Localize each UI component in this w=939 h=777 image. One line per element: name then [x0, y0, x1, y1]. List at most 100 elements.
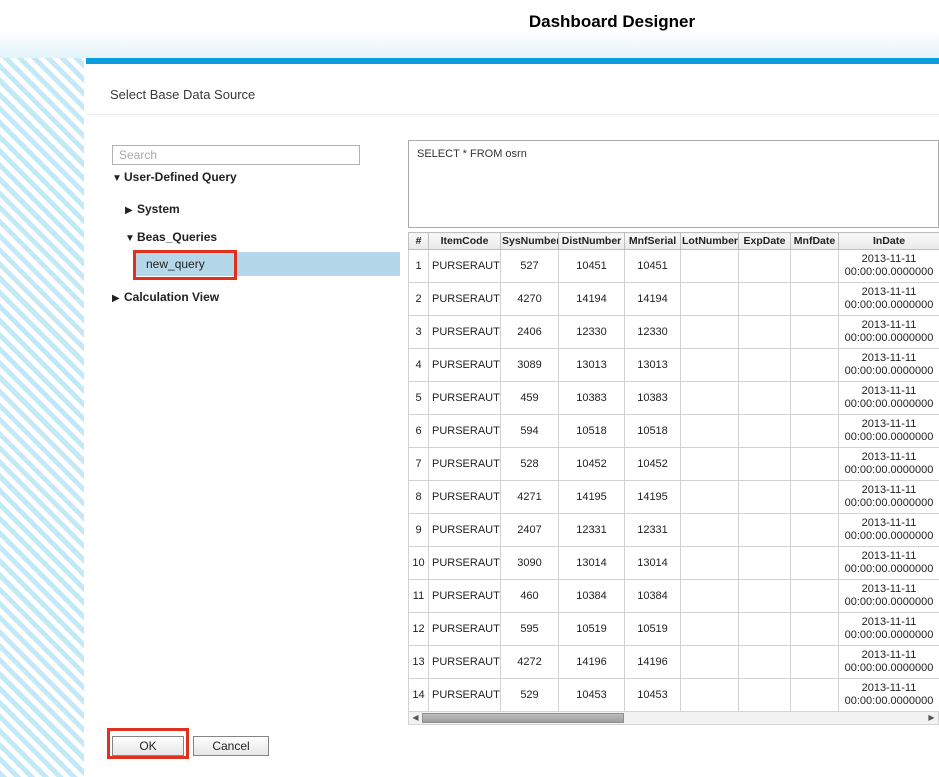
table-cell: PURSERAUTO	[429, 415, 501, 448]
table-cell: 12331	[625, 514, 681, 547]
table-row[interactable]: 6PURSERAUTO59410518105182013-11-11 00:00…	[409, 415, 939, 448]
table-cell	[681, 481, 739, 514]
table-cell: 13013	[625, 349, 681, 382]
chevron-down-icon[interactable]: ▼	[112, 173, 124, 184]
table-row[interactable]: 13PURSERAUTO427214196141962013-11-11 00:…	[409, 646, 939, 679]
table-cell: 7	[409, 448, 429, 481]
table-cell	[681, 415, 739, 448]
chevron-down-icon[interactable]: ▼	[125, 233, 137, 244]
tree-item-new-query[interactable]: new_query	[135, 252, 400, 276]
column-header[interactable]: MnfSerial	[625, 233, 681, 250]
table-cell: PURSERAUTO	[429, 547, 501, 580]
table-cell	[739, 514, 791, 547]
dialog-title: Select Base Data Source	[110, 87, 255, 102]
table-cell: 14195	[559, 481, 625, 514]
tree-item-user-defined-query[interactable]: ▼User-Defined Query	[112, 170, 237, 184]
table-cell: 595	[501, 613, 559, 646]
table-cell: 12	[409, 613, 429, 646]
scroll-right-arrow-icon[interactable]: ▶	[925, 712, 938, 724]
table-cell: 14195	[625, 481, 681, 514]
table-cell: 6	[409, 415, 429, 448]
tree-item-calculation-view[interactable]: ▶Calculation View	[112, 290, 219, 304]
select-data-source-dialog: Select Base Data Source ▼User-Defined Qu…	[86, 64, 939, 777]
table-cell	[681, 580, 739, 613]
table-cell: 12330	[625, 316, 681, 349]
column-header[interactable]: InDate	[839, 233, 939, 250]
chevron-right-icon[interactable]: ▶	[125, 205, 137, 216]
table-cell	[739, 481, 791, 514]
table-cell	[791, 547, 839, 580]
table-cell: 594	[501, 415, 559, 448]
ok-button[interactable]: OK	[112, 736, 184, 756]
table-row[interactable]: 4PURSERAUTO308913013130132013-11-11 00:0…	[409, 349, 939, 382]
table-row[interactable]: 10PURSERAUTO309013014130142013-11-11 00:…	[409, 547, 939, 580]
query-text-area[interactable]: SELECT * FROM osrn	[408, 140, 939, 228]
table-cell: 3089	[501, 349, 559, 382]
table-cell: 4272	[501, 646, 559, 679]
column-header[interactable]: LotNumber	[681, 233, 739, 250]
table-cell: 2013-11-11 00:00:00.0000000	[839, 580, 939, 613]
column-header[interactable]: ItemCode	[429, 233, 501, 250]
table-row[interactable]: 9PURSERAUTO240712331123312013-11-11 00:0…	[409, 514, 939, 547]
scroll-left-arrow-icon[interactable]: ◀	[409, 712, 422, 724]
table-row[interactable]: 8PURSERAUTO427114195141952013-11-11 00:0…	[409, 481, 939, 514]
table-cell	[681, 547, 739, 580]
cancel-button[interactable]: Cancel	[193, 736, 269, 756]
table-cell: 12331	[559, 514, 625, 547]
table-cell: 2407	[501, 514, 559, 547]
table-row[interactable]: 2PURSERAUTO427014194141942013-11-11 00:0…	[409, 283, 939, 316]
table-row[interactable]: 11PURSERAUTO46010384103842013-11-11 00:0…	[409, 580, 939, 613]
table-cell: 13014	[625, 547, 681, 580]
table-cell: PURSERAUTO	[429, 316, 501, 349]
table-cell: 10	[409, 547, 429, 580]
table-cell: 4271	[501, 481, 559, 514]
table-cell	[739, 349, 791, 382]
column-header[interactable]: #	[409, 233, 429, 250]
tree-item-system[interactable]: ▶System	[125, 202, 180, 216]
chevron-right-icon[interactable]: ▶	[112, 293, 124, 304]
table-cell: PURSERAUTO	[429, 481, 501, 514]
column-header[interactable]: DistNumber	[559, 233, 625, 250]
table-row[interactable]: 14PURSERAUTO52910453104532013-11-11 00:0…	[409, 679, 939, 712]
table-cell: 2	[409, 283, 429, 316]
table-cell: 528	[501, 448, 559, 481]
search-input[interactable]	[112, 145, 360, 165]
table-cell: PURSERAUTO	[429, 283, 501, 316]
results-grid-container: #ItemCodeSysNumberDistNumberMnfSerialLot…	[408, 232, 939, 712]
table-cell: 2013-11-11 00:00:00.0000000	[839, 250, 939, 283]
table-cell: 2013-11-11 00:00:00.0000000	[839, 547, 939, 580]
table-cell: 10518	[559, 415, 625, 448]
horizontal-scrollbar[interactable]: ◀ ▶	[408, 711, 939, 725]
table-cell	[791, 514, 839, 547]
table-cell	[681, 316, 739, 349]
table-row[interactable]: 7PURSERAUTO52810452104522013-11-11 00:00…	[409, 448, 939, 481]
column-header[interactable]: MnfDate	[791, 233, 839, 250]
table-cell: 10451	[625, 250, 681, 283]
table-row[interactable]: 3PURSERAUTO240612330123302013-11-11 00:0…	[409, 316, 939, 349]
table-cell: 10383	[625, 382, 681, 415]
table-cell: 10453	[559, 679, 625, 712]
table-row[interactable]: 12PURSERAUTO59510519105192013-11-11 00:0…	[409, 613, 939, 646]
data-source-tree: ▼User-Defined Query ▶System ▼Beas_Querie…	[112, 164, 402, 344]
scrollbar-thumb[interactable]	[422, 713, 624, 723]
tree-item-beas-queries[interactable]: ▼Beas_Queries	[125, 230, 217, 244]
table-row[interactable]: 5PURSERAUTO45910383103832013-11-11 00:00…	[409, 382, 939, 415]
table-cell: 2406	[501, 316, 559, 349]
column-header[interactable]: SysNumber	[501, 233, 559, 250]
table-cell	[791, 316, 839, 349]
table-cell: 14196	[559, 646, 625, 679]
table-cell	[681, 349, 739, 382]
table-cell: 2013-11-11 00:00:00.0000000	[839, 646, 939, 679]
table-cell: 529	[501, 679, 559, 712]
table-cell	[681, 679, 739, 712]
dialog-header: Select Base Data Source	[86, 64, 939, 115]
table-cell: 10519	[625, 613, 681, 646]
table-row[interactable]: 1PURSERAUTO52710451104512013-11-11 00:00…	[409, 250, 939, 283]
table-cell: 3	[409, 316, 429, 349]
column-header[interactable]: ExpDate	[739, 233, 791, 250]
results-table: #ItemCodeSysNumberDistNumberMnfSerialLot…	[408, 232, 939, 712]
table-cell	[681, 283, 739, 316]
table-cell	[739, 415, 791, 448]
table-cell	[791, 349, 839, 382]
table-cell	[791, 250, 839, 283]
